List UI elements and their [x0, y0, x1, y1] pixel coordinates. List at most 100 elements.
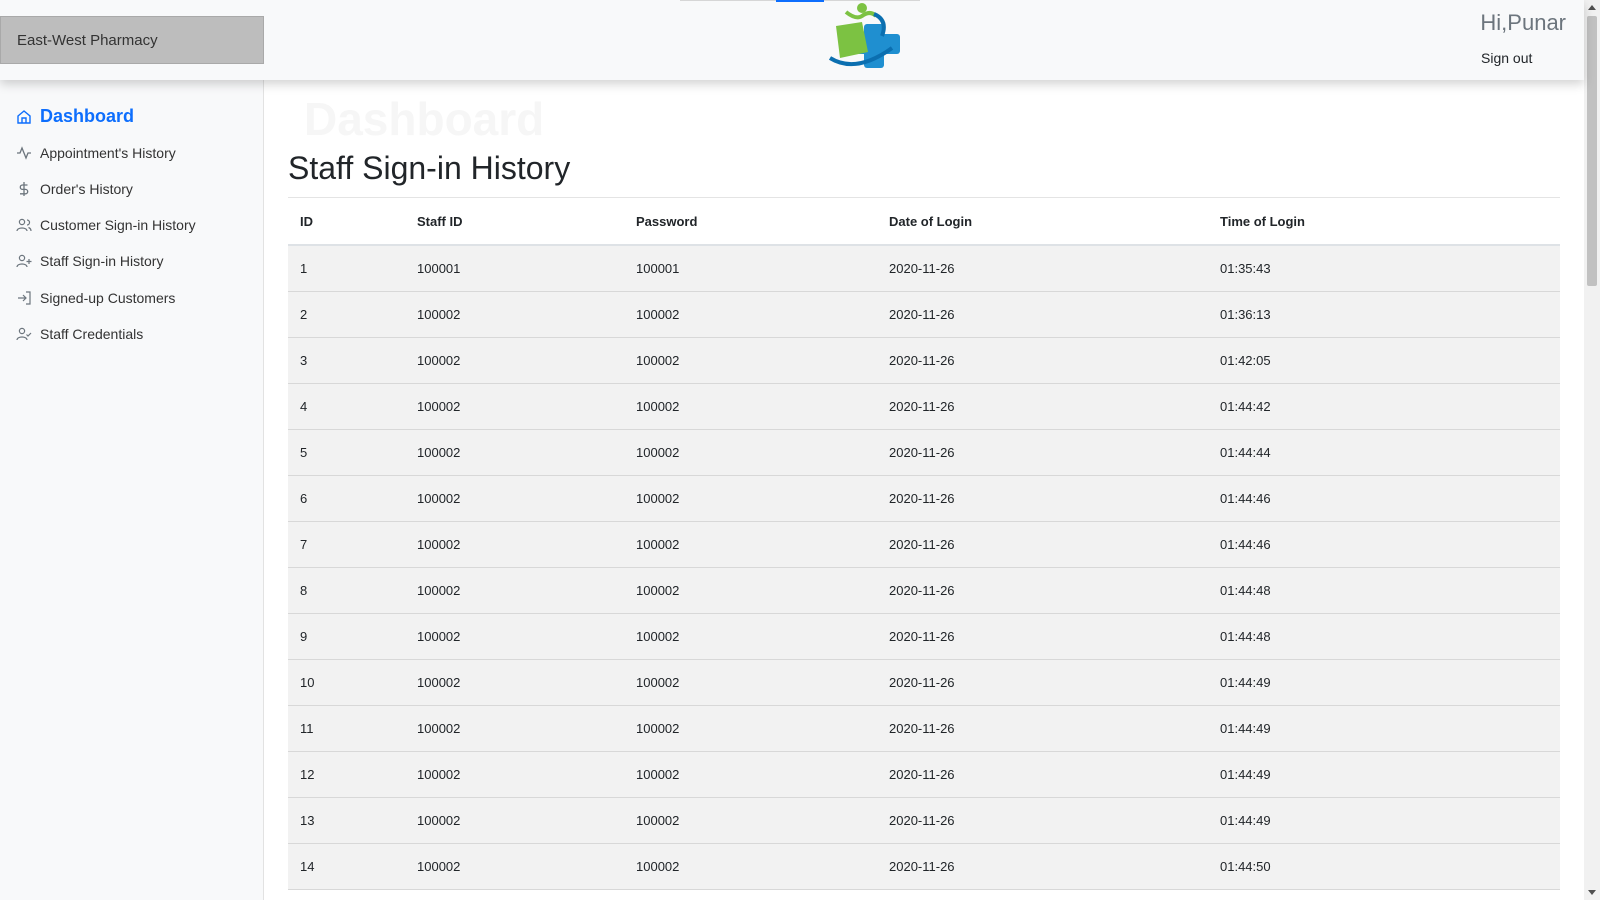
table-body: 1 100001 100001 2020-11-26 01:35:43 2 100002 10…	[288, 245, 1560, 890]
cell-date-of-login: 2020-11-26	[877, 567, 1208, 614]
cell-password: 100002	[624, 843, 877, 890]
cell-id: 10	[288, 659, 405, 706]
cell-password: 100002	[624, 291, 877, 338]
table-row: 11 100002 100002 2020-11-26 01:44:49	[288, 705, 1560, 752]
cell-staff-id: 100002	[405, 521, 624, 568]
sidebar-item-signed-up-customers[interactable]: Signed-up Customers	[16, 290, 175, 306]
sidebar-item-appointments-history[interactable]: Appointment's History	[16, 145, 176, 161]
cell-date-of-login: 2020-11-26	[877, 797, 1208, 844]
cell-date-of-login: 2020-11-26	[877, 705, 1208, 752]
cell-id: 4	[288, 383, 405, 430]
table-row: 14 100002 100002 2020-11-26 01:44:50	[288, 843, 1560, 890]
cell-id: 2	[288, 291, 405, 338]
cell-date-of-login: 2020-11-26	[877, 659, 1208, 706]
user-greeting: Hi,Punar	[1480, 10, 1566, 35]
log-in-icon	[18, 291, 31, 305]
main-content: Dashboard Staff Sign-in History ID Staff…	[264, 80, 1584, 900]
ghost-dashboard-heading: Dashboard	[304, 93, 545, 145]
table-row: 5 100002 100002 2020-11-26 01:44:44	[288, 429, 1560, 476]
sidebar-item-label: Staff Credentials	[40, 326, 144, 342]
cell-staff-id: 100002	[405, 751, 624, 798]
cell-id: 14	[288, 843, 405, 890]
cell-password: 100002	[624, 429, 877, 476]
cell-date-of-login: 2020-11-26	[877, 751, 1208, 798]
cell-password: 100002	[624, 521, 877, 568]
cell-time-of-login: 01:44:46	[1208, 521, 1560, 568]
cell-staff-id: 100002	[405, 613, 624, 660]
cell-time-of-login: 01:44:46	[1208, 475, 1560, 522]
staff-sign-in-table: ID Staff ID Password Date of Login Time …	[288, 198, 1560, 890]
cell-date-of-login: 2020-11-26	[877, 383, 1208, 430]
cell-time-of-login: 01:36:13	[1208, 291, 1560, 338]
scroll-down-arrow-icon[interactable]	[1588, 890, 1596, 895]
sidebar-item-dashboard[interactable]: Dashboard	[16, 106, 134, 127]
table-row: 9 100002 100002 2020-11-26 01:44:48	[288, 613, 1560, 660]
cell-staff-id: 100002	[405, 705, 624, 752]
cell-time-of-login: 01:35:43	[1208, 245, 1560, 292]
sidebar-item-label: Appointment's History	[40, 145, 176, 161]
dollar-icon	[19, 182, 29, 196]
user-plus-icon	[16, 254, 32, 268]
sidebar-item-customer-sign-in-history[interactable]: Customer Sign-in History	[16, 217, 196, 233]
cell-staff-id: 100002	[405, 797, 624, 844]
table-row: 6 100002 100002 2020-11-26 01:44:46	[288, 475, 1560, 522]
sign-out-link[interactable]: Sign out	[1481, 50, 1532, 66]
cell-date-of-login: 2020-11-26	[877, 613, 1208, 660]
table-header-row: ID Staff ID Password Date of Login Time …	[288, 198, 1560, 246]
column-header-date-of-login[interactable]: Date of Login	[877, 198, 1208, 246]
cell-staff-id: 100002	[405, 843, 624, 890]
sidebar-item-staff-credentials[interactable]: Staff Credentials	[16, 326, 143, 342]
table-row: 7 100002 100002 2020-11-26 01:44:46	[288, 521, 1560, 568]
cell-date-of-login: 2020-11-26	[877, 337, 1208, 384]
cell-time-of-login: 01:42:05	[1208, 337, 1560, 384]
sidebar: Dashboard Appointment's History Order's …	[0, 80, 264, 900]
sidebar-item-label: Staff Sign-in History	[40, 253, 164, 269]
cell-password: 100002	[624, 383, 877, 430]
cell-id: 12	[288, 751, 405, 798]
sidebar-item-orders-history[interactable]: Order's History	[16, 181, 133, 197]
home-icon	[17, 109, 31, 124]
cell-time-of-login: 01:44:42	[1208, 383, 1560, 430]
table-row: 1 100001 100001 2020-11-26 01:35:43	[288, 245, 1560, 292]
cell-id: 7	[288, 521, 405, 568]
table-row: 13 100002 100002 2020-11-26 01:44:49	[288, 797, 1560, 844]
cell-staff-id: 100002	[405, 383, 624, 430]
cell-date-of-login: 2020-11-26	[877, 843, 1208, 890]
sidebar-item-staff-sign-in-history[interactable]: Staff Sign-in History	[16, 253, 163, 269]
cell-time-of-login: 01:44:48	[1208, 567, 1560, 614]
column-header-staff-id[interactable]: Staff ID	[405, 198, 624, 246]
cell-time-of-login: 01:44:49	[1208, 797, 1560, 844]
cell-id: 8	[288, 567, 405, 614]
column-header-id[interactable]: ID	[288, 198, 405, 246]
users-icon	[16, 218, 32, 232]
column-header-time-of-login[interactable]: Time of Login	[1208, 198, 1560, 246]
cell-time-of-login: 01:44:49	[1208, 659, 1560, 706]
sidebar-item-label: Dashboard	[40, 106, 135, 126]
cell-password: 100002	[624, 659, 877, 706]
cell-date-of-login: 2020-11-26	[877, 475, 1208, 522]
cell-id: 6	[288, 475, 405, 522]
cell-id: 3	[288, 337, 405, 384]
cell-password: 100002	[624, 475, 877, 522]
cell-date-of-login: 2020-11-26	[877, 521, 1208, 568]
scrollbar-thumb[interactable]	[1587, 16, 1597, 286]
vertical-scrollbar[interactable]	[1584, 0, 1600, 900]
column-header-password[interactable]: Password	[624, 198, 877, 246]
brand-name[interactable]: East-West Pharmacy	[0, 16, 264, 64]
cell-password: 100002	[624, 613, 877, 660]
table-row: 8 100002 100002 2020-11-26 01:44:48	[288, 567, 1560, 614]
cell-time-of-login: 01:44:44	[1208, 429, 1560, 476]
scroll-up-arrow-icon[interactable]	[1588, 5, 1596, 10]
cell-id: 13	[288, 797, 405, 844]
cell-time-of-login: 01:44:49	[1208, 705, 1560, 752]
page-title: Staff Sign-in History	[288, 150, 571, 186]
cell-id: 5	[288, 429, 405, 476]
cell-staff-id: 100002	[405, 429, 624, 476]
cell-password: 100002	[624, 567, 877, 614]
top-navbar: East-West Pharmacy Hi,Punar Sign out	[0, 0, 1584, 80]
cell-time-of-login: 01:44:49	[1208, 751, 1560, 798]
cell-time-of-login: 01:44:48	[1208, 613, 1560, 660]
cell-password: 100002	[624, 797, 877, 844]
cell-staff-id: 100002	[405, 567, 624, 614]
cell-staff-id: 100001	[405, 245, 624, 292]
